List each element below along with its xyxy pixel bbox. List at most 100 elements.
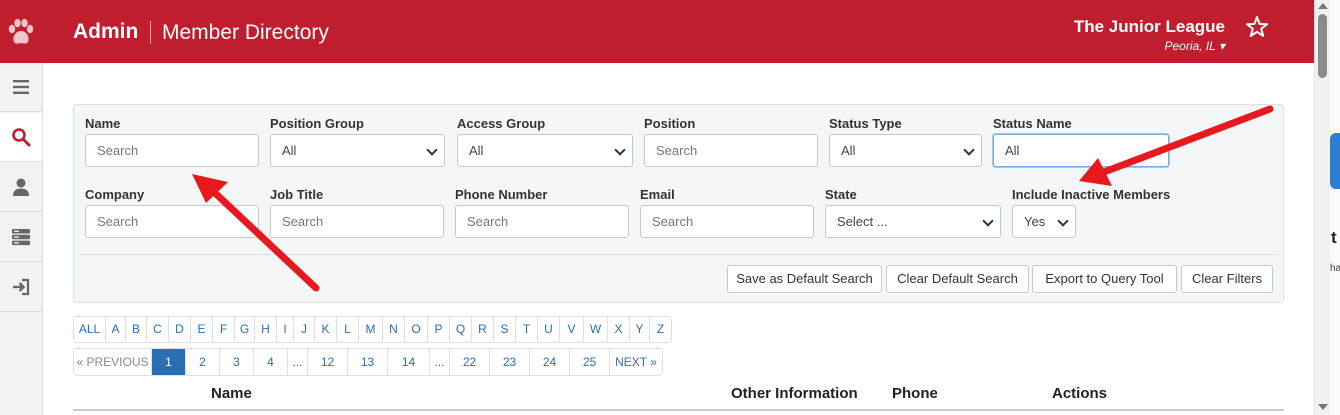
pagination-page-3[interactable]: 3 xyxy=(220,349,254,375)
status-type-label: Status Type xyxy=(829,116,902,131)
scroll-down-arrow-icon[interactable] xyxy=(1318,404,1328,410)
nav-sign-out[interactable] xyxy=(0,263,42,312)
alpha-filter-l[interactable]: L xyxy=(337,317,359,342)
alpha-filter-n[interactable]: N xyxy=(383,317,405,342)
phone-number-label: Phone Number xyxy=(455,187,548,202)
nav-search[interactable] xyxy=(0,113,42,162)
pagination-page-24[interactable]: 24 xyxy=(530,349,570,375)
menu-icon xyxy=(13,80,29,94)
search-icon xyxy=(12,128,31,147)
table-header-border xyxy=(73,409,1284,411)
pagination-page-14[interactable]: 14 xyxy=(388,349,430,375)
panel-divider xyxy=(80,254,1277,255)
alpha-filter-y[interactable]: Y xyxy=(630,317,650,342)
pagination-page-1[interactable]: 1 xyxy=(152,349,186,375)
column-header-name[interactable]: Name xyxy=(211,385,252,402)
state-label: State xyxy=(825,187,857,202)
export-query-tool-button[interactable]: Export to Query Tool xyxy=(1032,265,1177,293)
background-text-fragment: t xyxy=(1331,228,1337,247)
nav-database[interactable] xyxy=(0,213,42,262)
position-search-input[interactable]: Search xyxy=(644,134,818,167)
state-select[interactable]: Select ... xyxy=(825,205,1001,238)
nav-menu[interactable] xyxy=(0,63,42,112)
alpha-filter-a[interactable]: A xyxy=(106,317,126,342)
clear-filters-button[interactable]: Clear Filters xyxy=(1181,265,1273,293)
phone-number-search-input[interactable]: Search xyxy=(455,205,629,238)
save-default-search-button[interactable]: Save as Default Search xyxy=(727,265,882,293)
star-icon[interactable] xyxy=(1245,15,1269,39)
access-group-select[interactable]: All xyxy=(457,134,633,167)
alpha-filter-m[interactable]: M xyxy=(359,317,383,342)
alpha-filter-j[interactable]: J xyxy=(294,317,315,342)
alpha-filter-t[interactable]: T xyxy=(516,317,538,342)
alpha-filter-q[interactable]: Q xyxy=(450,317,472,342)
alpha-filter-e[interactable]: E xyxy=(191,317,213,342)
name-search-input[interactable]: Search xyxy=(85,134,259,167)
pagination: « PREVIOUS 1 2 3 4... 12 13 14... 22 23 24 25 NEXT » xyxy=(73,348,663,376)
access-group-label: Access Group xyxy=(457,116,546,131)
alpha-filter-s[interactable]: S xyxy=(494,317,516,342)
status-name-label: Status Name xyxy=(993,116,1072,131)
paw-logo-icon[interactable] xyxy=(7,17,35,47)
email-label: Email xyxy=(640,187,675,202)
job-title-label: Job Title xyxy=(270,187,324,202)
position-label: Position xyxy=(644,116,696,131)
background-text-fragment-2: ha xyxy=(1330,263,1340,274)
pagination-page-25[interactable]: 25 xyxy=(570,349,610,375)
column-header-actions: Actions xyxy=(1052,385,1108,402)
server-icon xyxy=(12,229,30,246)
job-title-search-input[interactable]: Search xyxy=(270,205,444,238)
email-search-input[interactable]: Search xyxy=(640,205,814,238)
position-group-label: Position Group xyxy=(270,116,364,131)
title-divider xyxy=(150,21,151,44)
status-name-input[interactable]: All xyxy=(993,134,1169,167)
pagination-page-12[interactable]: 12 xyxy=(308,349,348,375)
alpha-filter-v[interactable]: V xyxy=(560,317,584,342)
pagination-next[interactable]: NEXT » xyxy=(610,349,662,375)
alpha-filter-o[interactable]: O xyxy=(405,317,428,342)
pagination-previous[interactable]: « PREVIOUS xyxy=(74,349,152,375)
top-bar: Admin Member Directory The Junior League… xyxy=(0,0,1314,63)
alpha-filter-x[interactable]: X xyxy=(608,317,630,342)
alpha-filter-f[interactable]: F xyxy=(213,317,235,342)
include-inactive-label: Include Inactive Members xyxy=(1012,187,1171,202)
background-window-sliver: t ha xyxy=(1330,0,1340,415)
alphabet-filter: ALL A B C D E F G H I J K L M N O P Q R S T U V W X Y Z xyxy=(73,316,672,343)
position-group-select[interactable]: All xyxy=(270,134,445,167)
clear-default-search-button[interactable]: Clear Default Search xyxy=(886,265,1029,293)
pagination-ellipsis: ... xyxy=(288,349,308,375)
status-type-select[interactable]: All xyxy=(829,134,982,167)
alpha-filter-g[interactable]: G xyxy=(235,317,255,342)
alpha-filter-c[interactable]: C xyxy=(147,317,169,342)
vertical-scrollbar[interactable] xyxy=(1314,0,1330,415)
alpha-filter-b[interactable]: B xyxy=(126,317,147,342)
scroll-thumb[interactable] xyxy=(1318,14,1327,78)
alpha-filter-all[interactable]: ALL xyxy=(74,317,106,342)
column-header-other-information: Other Information xyxy=(731,385,858,402)
alpha-filter-r[interactable]: R xyxy=(472,317,494,342)
alpha-filter-u[interactable]: U xyxy=(538,317,560,342)
app-title[interactable]: Admin xyxy=(73,20,138,44)
include-inactive-select[interactable]: Yes xyxy=(1012,205,1076,238)
alpha-filter-p[interactable]: P xyxy=(428,317,450,342)
column-header-phone: Phone xyxy=(892,385,938,402)
alpha-filter-k[interactable]: K xyxy=(315,317,337,342)
alpha-filter-w[interactable]: W xyxy=(584,317,608,342)
alpha-filter-h[interactable]: H xyxy=(255,317,277,342)
alpha-filter-z[interactable]: Z xyxy=(650,317,671,342)
pagination-page-2[interactable]: 2 xyxy=(186,349,220,375)
pagination-page-22[interactable]: 22 xyxy=(450,349,490,375)
alpha-filter-i[interactable]: I xyxy=(277,317,294,342)
pagination-page-13[interactable]: 13 xyxy=(348,349,388,375)
pagination-ellipsis: ... xyxy=(430,349,450,375)
page-title: Member Directory xyxy=(162,21,329,44)
org-switcher[interactable]: The Junior League Peoria, IL ▾ xyxy=(1074,17,1225,53)
name-label: Name xyxy=(85,116,121,131)
org-location-dropdown[interactable]: Peoria, IL ▾ xyxy=(1074,39,1225,53)
nav-profile[interactable] xyxy=(0,163,42,212)
scroll-up-arrow-icon[interactable] xyxy=(1318,3,1328,9)
pagination-page-4[interactable]: 4 xyxy=(254,349,288,375)
pagination-page-23[interactable]: 23 xyxy=(490,349,530,375)
company-search-input[interactable]: Search xyxy=(85,205,259,238)
alpha-filter-d[interactable]: D xyxy=(169,317,191,342)
